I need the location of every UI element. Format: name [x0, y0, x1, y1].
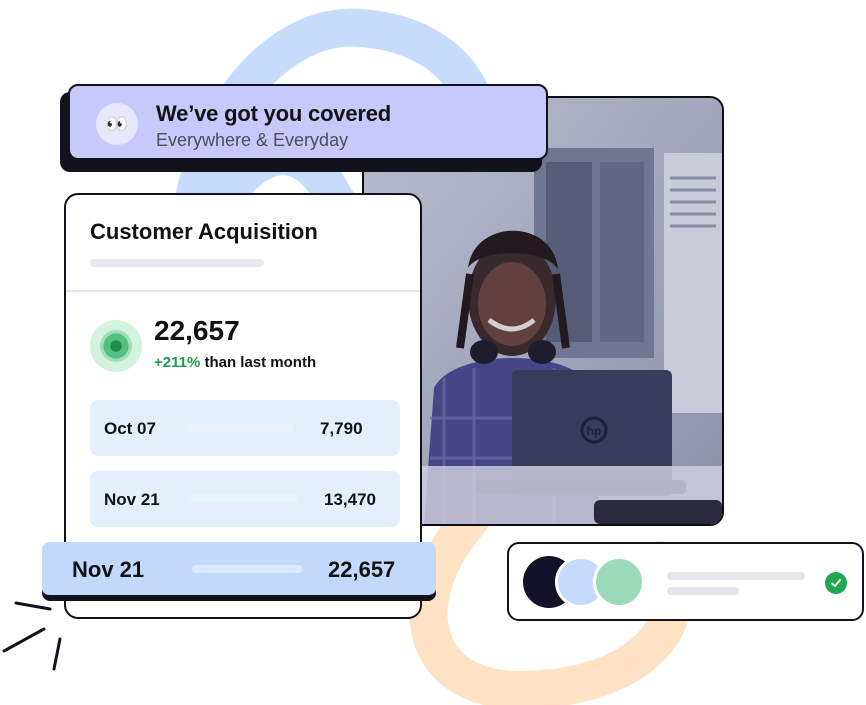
row-date: Oct 07	[104, 419, 156, 438]
card-divider	[66, 290, 420, 292]
target-icon	[90, 320, 142, 372]
highlight-date: Nov 21	[72, 557, 145, 582]
highlight-placeholder-bar	[192, 565, 302, 573]
role-placeholder-bar	[667, 587, 739, 595]
row-placeholder-bar	[184, 424, 294, 432]
banner-title: We’ve got you covered	[156, 101, 392, 126]
growth-suffix: than last month	[200, 354, 317, 371]
growth-text: +211% than last month	[154, 354, 316, 371]
avatar	[593, 556, 645, 608]
card-title: Customer Acquisition	[90, 219, 318, 244]
list-item[interactable]: Oct 07 7,790	[90, 400, 400, 456]
title-placeholder-bar	[90, 259, 264, 267]
coverage-banner: 👀 We’ve got you covered Everywhere & Eve…	[68, 84, 548, 160]
row-placeholder-bar	[188, 495, 298, 503]
eyes-icon: 👀	[96, 103, 138, 145]
row-value: 13,470	[324, 490, 376, 509]
team-card	[507, 542, 864, 621]
highlight-value: 22,657	[328, 557, 396, 582]
spark-lines	[2, 601, 62, 671]
highlighted-row[interactable]: Nov 21 22,657	[42, 542, 436, 597]
check-icon	[825, 572, 847, 594]
banner-subtitle: Everywhere & Everyday	[156, 130, 349, 150]
row-value: 7,790	[320, 419, 363, 438]
row-date: Nov 21	[104, 490, 160, 509]
growth-percent: +211%	[154, 354, 201, 371]
name-placeholder-bar	[667, 572, 805, 580]
list-item[interactable]: Nov 21 13,470	[90, 471, 400, 527]
total-customers: 22,657	[154, 315, 240, 346]
